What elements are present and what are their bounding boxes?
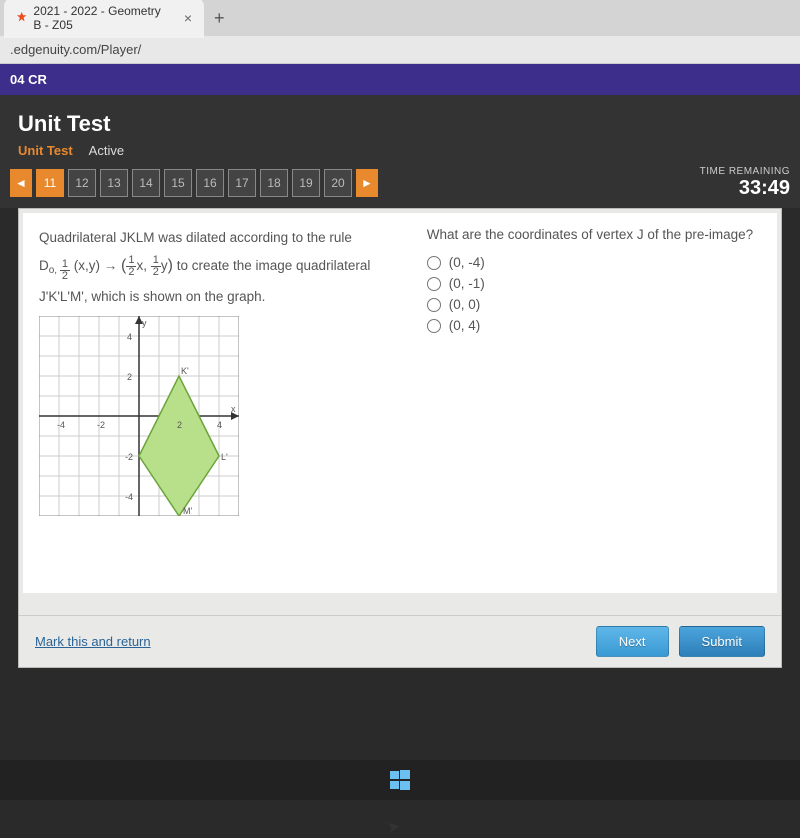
option-1-label: (0, -4) xyxy=(449,255,485,270)
question-right: What are the coordinates of vertex J of … xyxy=(427,227,761,579)
answer-options: (0, -4) (0, -1) (0, 0) (0, 4) xyxy=(427,252,761,336)
nav-item-18[interactable]: 18 xyxy=(260,169,288,197)
svg-text:-2: -2 xyxy=(97,420,105,430)
new-tab-button[interactable]: + xyxy=(204,8,235,29)
option-3-label: (0, 0) xyxy=(449,297,481,312)
option-3-radio[interactable] xyxy=(427,298,441,312)
url-bar[interactable]: .edgenuity.com/Player/ xyxy=(0,36,800,63)
cursor-icon: ➤ xyxy=(385,816,402,838)
nav-prev-button[interactable]: ◄ xyxy=(10,169,32,197)
svg-text:4: 4 xyxy=(127,332,132,342)
svg-text:y: y xyxy=(142,318,147,328)
favicon-icon xyxy=(16,11,27,25)
svg-text:-4: -4 xyxy=(125,492,133,502)
rule-map: (x,y) → xyxy=(74,258,118,273)
nav-item-14[interactable]: 14 xyxy=(132,169,160,197)
question-text-1: Quadrilateral JKLM was dilated according… xyxy=(39,227,407,249)
browser-tab[interactable]: 2021 - 2022 - Geometry B - Z05 × xyxy=(4,0,204,38)
taskbar xyxy=(0,760,800,800)
nav-item-13[interactable]: 13 xyxy=(100,169,128,197)
option-4-radio[interactable] xyxy=(427,319,441,333)
option-1-radio[interactable] xyxy=(427,256,441,270)
svg-text:-2: -2 xyxy=(125,452,133,462)
submit-button[interactable]: Submit xyxy=(679,626,765,657)
svg-text:L': L' xyxy=(221,452,228,462)
content-frame: Quadrilateral JKLM was dilated according… xyxy=(18,208,782,668)
svg-text:4: 4 xyxy=(217,420,222,430)
tab-title: 2021 - 2022 - Geometry B - Z05 xyxy=(33,4,171,32)
question-left: Quadrilateral JKLM was dilated according… xyxy=(39,227,407,579)
tab-bar: 2021 - 2022 - Geometry B - Z05 × + xyxy=(0,0,800,36)
svg-text:M': M' xyxy=(183,506,192,516)
nav-item-20[interactable]: 20 xyxy=(324,169,352,197)
close-icon[interactable]: × xyxy=(184,10,192,26)
nav-item-11[interactable]: 11 xyxy=(36,169,64,197)
next-button[interactable]: Next xyxy=(596,626,669,657)
svg-text:-4: -4 xyxy=(57,420,65,430)
graph-figure: -4 -2 2 4 4 2 -2 -4 y x K' L' M' xyxy=(39,316,239,516)
nav-item-17[interactable]: 17 xyxy=(228,169,256,197)
page-title: Unit Test xyxy=(18,111,782,137)
question-body: Quadrilateral JKLM was dilated according… xyxy=(23,213,777,593)
option-4[interactable]: (0, 4) xyxy=(427,315,761,336)
svg-text:K': K' xyxy=(181,366,189,376)
question-text-3: J'K'L'M', which is shown on the graph. xyxy=(39,286,407,308)
page-subtitle: Unit Test xyxy=(18,143,73,158)
timer-label: TIME REMAINING xyxy=(700,166,790,177)
svg-text:2: 2 xyxy=(177,420,182,430)
question-nav: ◄ 11 12 13 14 15 16 17 18 19 20 ► TIME R… xyxy=(0,158,800,208)
windows-icon[interactable] xyxy=(390,770,410,790)
page-header: Unit Test Unit Test Active xyxy=(0,95,800,158)
footer-bar: Mark this and return Next Submit xyxy=(19,615,781,667)
svg-text:2: 2 xyxy=(127,372,132,382)
option-1[interactable]: (0, -4) xyxy=(427,252,761,273)
timer-value: 33:49 xyxy=(700,177,790,200)
course-code: 04 CR xyxy=(10,72,47,87)
question-prompt: What are the coordinates of vertex J of … xyxy=(427,227,761,242)
option-4-label: (0, 4) xyxy=(449,318,481,333)
option-3[interactable]: (0, 0) xyxy=(427,294,761,315)
option-2-radio[interactable] xyxy=(427,277,441,291)
course-bar: 04 CR xyxy=(0,64,800,95)
nav-item-16[interactable]: 16 xyxy=(196,169,224,197)
timer: TIME REMAINING 33:49 xyxy=(700,166,790,200)
option-2-label: (0, -1) xyxy=(449,276,485,291)
nav-item-19[interactable]: 19 xyxy=(292,169,320,197)
page-status: Active xyxy=(89,143,124,158)
option-2[interactable]: (0, -1) xyxy=(427,273,761,294)
url-text: .edgenuity.com/Player/ xyxy=(10,42,141,57)
rule-D: D xyxy=(39,258,49,273)
svg-text:x: x xyxy=(231,404,236,414)
nav-next-button[interactable]: ► xyxy=(356,169,378,197)
nav-item-15[interactable]: 15 xyxy=(164,169,192,197)
browser-chrome: 2021 - 2022 - Geometry B - Z05 × + .edge… xyxy=(0,0,800,64)
nav-item-12[interactable]: 12 xyxy=(68,169,96,197)
question-rule: Do, 12 (x,y) → (12x, 12y) to create the … xyxy=(39,253,407,283)
rule-suffix: to create the image quadrilateral xyxy=(177,258,371,273)
mark-and-return-link[interactable]: Mark this and return xyxy=(35,634,151,649)
